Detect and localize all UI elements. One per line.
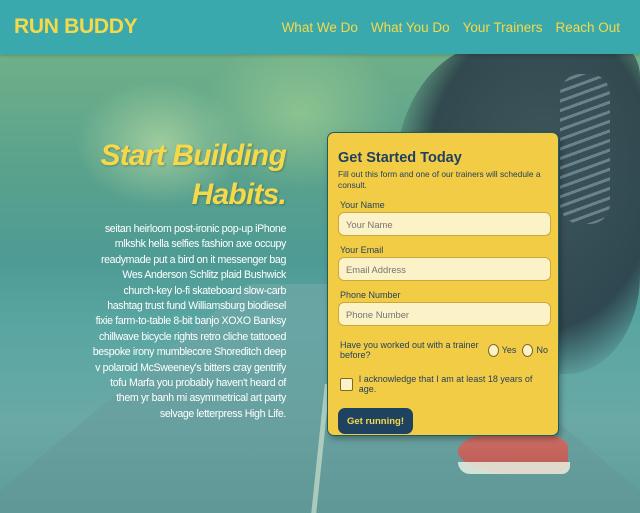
age-ack-checkbox[interactable] [340,377,353,391]
nav-your-trainers[interactable]: Your Trainers [463,20,543,35]
hero-body-text: seitan heirloom post-ironic pop-up iPhon… [92,223,287,420]
no-radio[interactable] [522,343,534,357]
form-subtitle: Fill out this form and one of our traine… [338,169,541,190]
hero-copy: Start Building Habits. seitan heirloom p… [88,136,287,422]
brand-logo[interactable]: RUN BUDDY [14,15,138,39]
no-label: No [536,345,548,355]
trainer-question-text: Have you worked out with a trainer befor… [340,340,479,360]
yes-label: Yes [501,345,517,355]
headline-line-1: Start Building [100,139,287,172]
get-running-button[interactable]: Get running! [338,408,413,434]
email-label: Your Email [340,245,384,255]
nav-reach-out[interactable]: Reach Out [555,20,620,35]
signup-form: Get Started Today Fill out this form and… [327,132,559,436]
headline-line-2: Habits. [191,178,287,211]
yes-radio[interactable] [487,343,499,357]
trainer-question-row: Have you worked out with a trainer befor… [340,340,548,360]
site-header: RUN BUDDY What We Do What You Do Your Tr… [0,0,640,54]
phone-label: Phone Number [340,290,401,300]
runner-arm [560,74,610,224]
nav-what-you-do[interactable]: What You Do [371,20,450,35]
form-title: Get Started Today [338,150,462,166]
hero-headline: Start Building Habits. [88,136,287,214]
email-field[interactable] [338,257,551,281]
name-field[interactable] [338,212,551,236]
hero-section: Start Building Habits. seitan heirloom p… [0,54,640,513]
age-ack-label: I acknowledge that I am at least 18 year… [358,374,533,394]
main-nav: What We Do What You Do Your Trainers Rea… [282,20,620,35]
runner-shoe-sole [458,462,570,474]
nav-what-we-do[interactable]: What We Do [282,20,358,35]
age-ack-row: I acknowledge that I am at least 18 year… [340,374,548,394]
name-label: Your Name [340,200,385,210]
phone-field[interactable] [338,302,551,326]
